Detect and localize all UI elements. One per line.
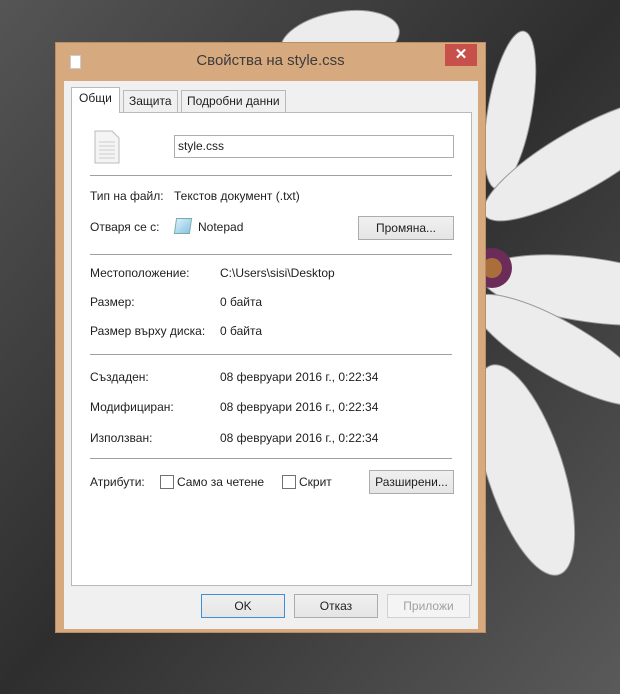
advanced-button[interactable]: Разширени... <box>369 470 454 494</box>
tab-general[interactable]: Общи <box>71 87 120 113</box>
location-value: C:\Users\sisi\Desktop <box>220 266 335 280</box>
cancel-button[interactable]: Отказ <box>294 594 378 618</box>
tab-security[interactable]: Защита <box>123 90 178 112</box>
disk-size-label: Размер върху диска: <box>90 324 206 338</box>
disk-size-value: 0 байта <box>220 324 263 338</box>
type-label: Тип на файл: <box>90 189 164 203</box>
opens-with-label: Отваря се с: <box>90 220 160 234</box>
hidden-label[interactable]: Скрит <box>299 475 332 489</box>
size-label: Размер: <box>90 295 135 309</box>
readonly-checkbox[interactable] <box>160 475 174 489</box>
properties-dialog: Свойства на style.css ✕ Общи Защита Подр… <box>55 42 486 633</box>
close-button[interactable]: ✕ <box>445 44 477 66</box>
tab-details[interactable]: Подробни данни <box>181 90 286 112</box>
location-label: Местоположение: <box>90 266 190 280</box>
size-value: 0 байта <box>220 295 263 309</box>
modified-label: Модифициран: <box>90 400 174 414</box>
dialog-client: Общи Защита Подробни данни style.css Тип… <box>64 81 478 629</box>
file-name-input[interactable]: style.css <box>174 135 454 158</box>
created-value: 08 февруари 2016 г., 0:22:34 <box>220 370 379 384</box>
general-panel: style.css Тип на файл: Текстов документ … <box>71 112 472 586</box>
attributes-label: Атрибути: <box>90 475 145 489</box>
hidden-checkbox[interactable] <box>282 475 296 489</box>
opens-with-value: Notepad <box>198 220 244 234</box>
text-document-icon <box>94 130 120 164</box>
accessed-label: Използван: <box>90 431 153 445</box>
window-title: Свойства на style.css <box>196 52 345 69</box>
change-button[interactable]: Промяна... <box>358 216 454 240</box>
readonly-label[interactable]: Само за четене <box>177 475 264 489</box>
modified-value: 08 февруари 2016 г., 0:22:34 <box>220 400 379 414</box>
accessed-value: 08 февруари 2016 г., 0:22:34 <box>220 431 379 445</box>
ok-button[interactable]: OK <box>201 594 285 618</box>
apply-button[interactable]: Приложи <box>387 594 470 618</box>
created-label: Създаден: <box>90 370 149 384</box>
notepad-icon <box>173 218 193 234</box>
type-value: Текстов документ (.txt) <box>174 189 300 203</box>
